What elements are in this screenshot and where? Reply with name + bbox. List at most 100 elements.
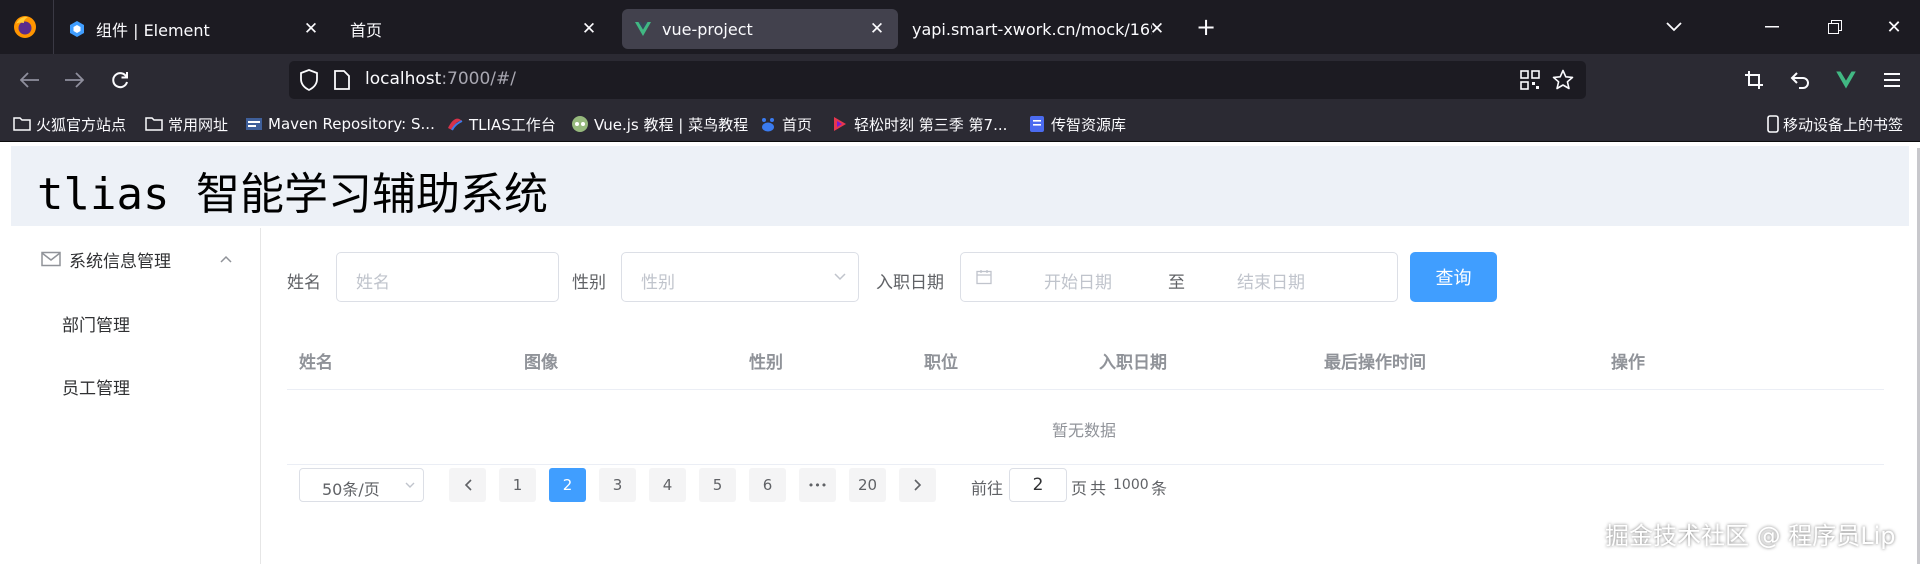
bookmark-label: 移动设备上的书签	[1783, 115, 1904, 134]
browser-tab-bar: 组件 | Element ✕ 首页 ✕ vue-project ✕ yapi.s…	[0, 0, 1920, 54]
browser-nav-bar: localhost:7000/#/	[0, 54, 1920, 106]
sidebar-item-emp[interactable]: 员工管理	[11, 357, 260, 415]
total-suffix: 条	[1151, 479, 1168, 498]
total-prefix: 共	[1090, 479, 1107, 498]
message-icon	[41, 251, 61, 267]
name-input[interactable]: 姓名	[336, 252, 559, 302]
bookmark-label: 轻松时刻 第三季 第7...	[854, 115, 1008, 134]
chevron-down-icon[interactable]	[1658, 11, 1690, 43]
url-bar[interactable]: localhost:7000/#/	[289, 61, 1586, 99]
page-number[interactable]: 1	[499, 468, 536, 502]
page-number[interactable]: 5	[699, 468, 736, 502]
qr-code-icon[interactable]	[1520, 70, 1540, 90]
page-size-select[interactable]: 50条/页	[299, 468, 424, 502]
sidebar: 系统信息管理 部门管理 员工管理	[11, 228, 261, 564]
date-range-picker[interactable]: 开始日期 至 结束日期	[960, 252, 1398, 302]
table-bottom-divider	[287, 464, 1884, 465]
video-icon	[834, 117, 846, 131]
firefox-icon[interactable]	[12, 14, 38, 40]
close-window-icon[interactable]: ✕	[1878, 11, 1910, 43]
page-number[interactable]: 4	[649, 468, 686, 502]
column-header: 图像	[524, 353, 558, 373]
close-icon[interactable]: ✕	[1146, 18, 1168, 40]
shield-icon[interactable]	[299, 69, 319, 91]
phone-icon	[1767, 115, 1779, 133]
tab-element[interactable]: 组件 | Element ✕	[68, 9, 332, 49]
goto-label: 前往	[971, 479, 1004, 498]
element-icon	[70, 21, 84, 37]
sidebar-submenu-system[interactable]: 系统信息管理	[11, 230, 260, 288]
bookmark-item[interactable]: 轻松时刻 第三季 第7...	[831, 113, 1007, 135]
bookmark-label: 火狐官方站点	[36, 115, 127, 134]
app-header: tlias 智能学习辅助系统	[11, 146, 1909, 226]
gender-placeholder: 性别	[641, 273, 675, 293]
bookmark-item[interactable]: 传智资源库	[1028, 113, 1126, 135]
column-header: 职位	[924, 353, 958, 373]
tab-label: 首页	[350, 21, 383, 40]
start-date-placeholder: 开始日期	[1044, 273, 1112, 293]
watermark: 掘金技术社区 @ 程序员Lip	[1605, 522, 1896, 550]
page-number[interactable]: 20	[849, 468, 886, 502]
gender-select[interactable]: 性别	[621, 252, 859, 302]
crop-icon[interactable]	[1738, 64, 1770, 96]
goto-page-input[interactable]: 2	[1009, 468, 1067, 502]
more-pages-button[interactable]: •••	[799, 468, 836, 502]
bookmark-label: TLIAS工作台	[469, 115, 556, 134]
end-date-placeholder: 结束日期	[1237, 273, 1305, 293]
menu-icon[interactable]	[1876, 64, 1908, 96]
tab-yapi[interactable]: yapi.smart-xwork.cn/mock/1693 ✕	[912, 9, 1168, 49]
table-empty-text: 暂无数据	[1052, 421, 1117, 440]
page-number[interactable]: 3	[599, 468, 636, 502]
page-number[interactable]: 6	[749, 468, 786, 502]
next-page-button[interactable]	[899, 468, 936, 502]
bookmark-item[interactable]: 火狐官方站点	[13, 113, 126, 135]
plus-icon[interactable]: +	[1190, 11, 1222, 43]
bookmark-label: 传智资源库	[1051, 115, 1127, 134]
book-icon	[1030, 116, 1044, 132]
bookmarks-bar: 火狐官方站点 常用网址 Maven Repository: S... TLIAS…	[0, 106, 1920, 142]
tlias-icon	[448, 118, 463, 131]
page-number-active[interactable]: 2	[549, 468, 586, 502]
entry-date-label: 入职日期	[876, 273, 944, 293]
page-suffix: 页	[1071, 479, 1088, 498]
page-viewport: tlias 智能学习辅助系统 系统信息管理 部门管理 员工管理 姓名 姓名 性别…	[0, 142, 1920, 564]
forward-icon[interactable]	[58, 64, 90, 96]
chevron-left-icon	[464, 479, 472, 491]
url-text[interactable]: localhost:7000/#/	[365, 69, 516, 89]
bookmark-item[interactable]: Maven Repository: S...	[245, 113, 435, 135]
calendar-icon	[976, 270, 992, 285]
prev-page-button[interactable]	[449, 468, 486, 502]
close-icon[interactable]: ✕	[578, 18, 600, 40]
query-button[interactable]: 查询	[1410, 252, 1497, 302]
chevron-up-icon	[220, 255, 232, 263]
page-size-value: 50条/页	[322, 480, 380, 499]
folder-icon	[145, 117, 163, 131]
bookmark-label: Maven Repository: S...	[268, 115, 435, 133]
name-placeholder: 姓名	[356, 273, 390, 293]
sidebar-item-dept[interactable]: 部门管理	[11, 294, 260, 352]
close-icon[interactable]: ✕	[866, 18, 888, 40]
restore-icon[interactable]	[1819, 11, 1851, 43]
bookmark-item[interactable]: Vue.js 教程 | 菜鸟教程	[571, 113, 748, 135]
close-icon[interactable]: ✕	[300, 18, 322, 40]
baidu-icon	[762, 118, 774, 132]
column-header: 性别	[749, 353, 783, 373]
page-icon[interactable]	[333, 70, 351, 90]
tab-home[interactable]: 首页 ✕	[350, 9, 610, 49]
url-host: localhost	[365, 69, 442, 89]
star-icon[interactable]	[1552, 69, 1574, 91]
folder-icon	[13, 117, 31, 131]
minimize-icon[interactable]	[1756, 11, 1788, 43]
bookmark-label: 常用网址	[168, 115, 229, 134]
back-icon[interactable]	[14, 64, 46, 96]
tab-vue-project[interactable]: vue-project ✕	[622, 9, 898, 49]
mobile-bookmarks[interactable]: 移动设备上的书签	[1766, 113, 1903, 135]
bookmark-label: 首页	[782, 115, 813, 134]
bookmark-item[interactable]: 常用网址	[145, 113, 228, 135]
reload-icon[interactable]	[104, 64, 136, 96]
undo-icon[interactable]	[1784, 64, 1816, 96]
bookmark-item[interactable]: 首页	[759, 113, 812, 135]
vue-devtools-icon[interactable]	[1830, 64, 1862, 96]
bookmark-item[interactable]: TLIAS工作台	[446, 113, 556, 135]
submenu-label: 系统信息管理	[69, 251, 171, 272]
